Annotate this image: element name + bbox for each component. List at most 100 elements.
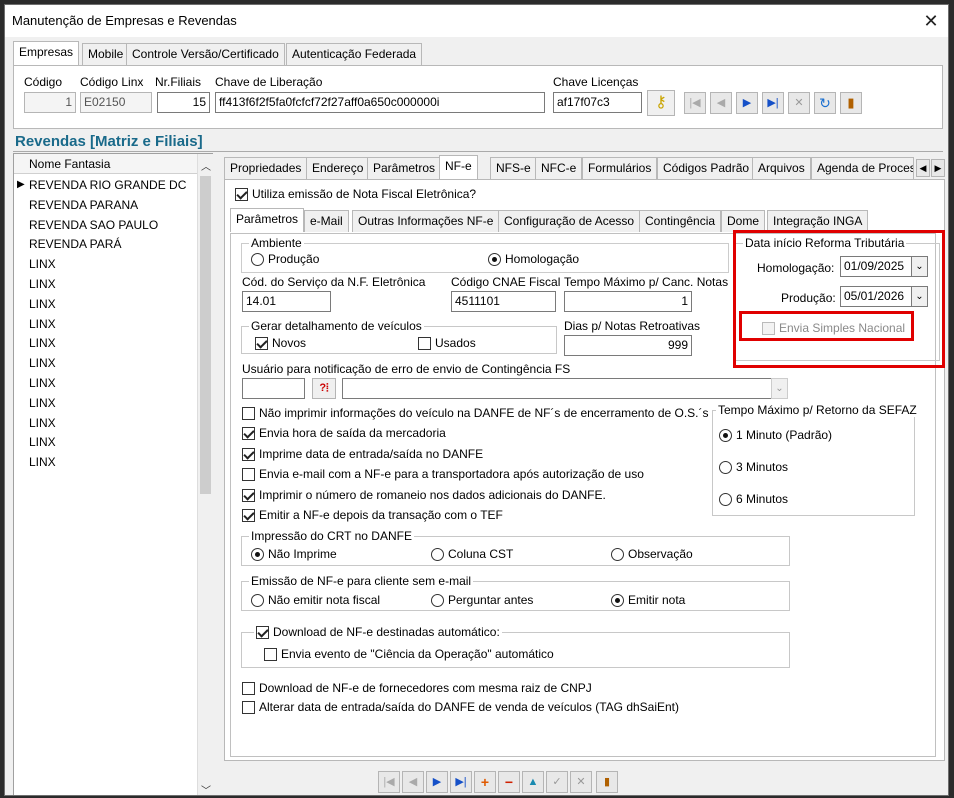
codigo-field[interactable]: 1 (24, 92, 76, 113)
subtab-email[interactable]: e-Mail (304, 210, 349, 232)
tab-agenda-processos[interactable]: Agenda de Proces (811, 157, 914, 179)
tempo-canc-field[interactable]: 1 (564, 291, 692, 312)
tab-formularios[interactable]: Formulários (582, 157, 658, 179)
crt-observacao-radio[interactable]: Observação (611, 547, 693, 561)
list-item[interactable]: LINX (14, 452, 187, 471)
list-item[interactable]: LINX (14, 254, 187, 273)
subtab-configuracao-acesso[interactable]: Configuração de Acesso (498, 210, 641, 232)
search-user-icon[interactable]: ?⦙ (312, 378, 336, 399)
list-item[interactable]: LINX (14, 373, 187, 392)
option-nao-imprimir-veiculo[interactable]: Não imprimir informações do veículo na D… (242, 406, 709, 420)
semail-nao-emitir-radio[interactable]: Não emitir nota fiscal (251, 593, 380, 607)
list-item[interactable]: REVENDA RIO GRANDE DC (14, 175, 187, 194)
subtab-contingencia[interactable]: Contingência (639, 210, 722, 232)
cancel-icon[interactable]: ✕ (788, 92, 810, 114)
list-item[interactable]: LINX (14, 413, 187, 432)
option-envia-email-transportadora[interactable]: Envia e-mail com a NF-e para a transport… (242, 467, 644, 481)
homologacao-radio[interactable]: Homologação (488, 252, 579, 266)
scroll-down-icon[interactable]: ﹀ (201, 782, 211, 795)
tab-mobile[interactable]: Mobile (82, 43, 130, 65)
list-item[interactable]: REVENDA PARANA (14, 195, 187, 214)
chave-liberacao-field[interactable]: ff413f6f2f5fa0fcfcf72f27aff0a650c000000i (215, 92, 545, 113)
utiliza-nfe-checkbox[interactable]: Utiliza emissão de Nota Fiscal Eletrônic… (235, 187, 476, 201)
scroll-thumb[interactable] (200, 176, 211, 494)
tab-arquivos[interactable]: Arquivos (752, 157, 811, 179)
list-scrollbar[interactable]: ︿ ﹀ (197, 154, 213, 795)
tab-empresas[interactable]: Empresas (13, 41, 80, 65)
key-icon[interactable]: ⚷ (647, 90, 675, 116)
tab-scroll-right-icon[interactable]: ▶ (931, 159, 945, 177)
option-imprime-data-entrada[interactable]: Imprime data de entrada/saída no DANFE (242, 447, 483, 461)
nav-add-icon[interactable]: + (474, 771, 496, 793)
tab-parametros[interactable]: Parâmetros (367, 157, 442, 179)
tab-controle-versao[interactable]: Controle Versão/Certificado (126, 43, 285, 65)
ciencia-operacao-checkbox[interactable]: Envia evento de "Ciência da Operação" au… (264, 647, 554, 661)
nav-first-icon[interactable]: |◀ (378, 771, 400, 793)
exit-door-icon[interactable]: ▮ (840, 92, 862, 114)
dias-retroativas-field[interactable]: 999 (564, 335, 692, 356)
list-item[interactable]: LINX (14, 393, 187, 412)
nav-delete-icon[interactable]: − (498, 771, 520, 793)
nav-confirm-icon[interactable]: ✓ (546, 771, 568, 793)
list-item[interactable]: LINX (14, 353, 187, 372)
nav-exit-icon[interactable]: ▮ (596, 771, 618, 793)
tab-codigos-padrao[interactable]: Códigos Padrão (657, 157, 756, 179)
list-item[interactable]: LINX (14, 432, 187, 451)
semail-emitir-radio[interactable]: Emitir nota (611, 593, 685, 607)
alterar-data-danfe-checkbox[interactable]: Alterar data de entrada/saída do DANFE d… (242, 700, 679, 714)
tab-nfse[interactable]: NFS-e (490, 157, 537, 179)
column-header-nome-fantasia[interactable]: Nome Fantasia (14, 154, 197, 174)
tab-endereco[interactable]: Endereço (306, 157, 370, 179)
tab-nfe[interactable]: NF-e (439, 155, 478, 179)
nav-prev-icon[interactable]: ◀ (402, 771, 424, 793)
nav-cancel-icon[interactable]: ✕ (570, 771, 592, 793)
list-item[interactable]: LINX (14, 294, 187, 313)
subtab-outras-informacoes[interactable]: Outras Informações NF-e (352, 210, 500, 232)
option-emitir-apos-tef[interactable]: Emitir a NF-e depois da transação com o … (242, 508, 503, 522)
prev-record-icon[interactable]: ◀ (710, 92, 732, 114)
nav-next-icon[interactable]: ▶ (426, 771, 448, 793)
subtab-parametros[interactable]: Parâmetros (230, 208, 305, 232)
tab-propriedades[interactable]: Propriedades (224, 157, 308, 179)
tab-nfce[interactable]: NFC-e (535, 157, 583, 179)
option-imprimir-romaneio[interactable]: Imprimir o número de romaneio nos dados … (242, 488, 606, 502)
first-record-icon[interactable]: |◀ (684, 92, 706, 114)
usados-checkbox[interactable]: Usados (418, 336, 476, 350)
nr-filiais-field[interactable]: 15 (157, 92, 210, 113)
producao-radio[interactable]: Produção (251, 252, 319, 266)
codigo-linx-field[interactable]: E02150 (80, 92, 152, 113)
nav-edit-icon[interactable]: ▲ (522, 771, 544, 793)
sefaz-1-minuto-radio[interactable]: 1 Minuto (Padrão) (719, 428, 832, 442)
semail-perguntar-radio[interactable]: Perguntar antes (431, 593, 533, 607)
crt-nao-imprime-radio[interactable]: Não Imprime (251, 547, 337, 561)
last-record-icon[interactable]: ▶| (762, 92, 784, 114)
download-fornecedores-checkbox[interactable]: Download de NF-e de fornecedores com mes… (242, 681, 592, 695)
crt-coluna-cst-radio[interactable]: Coluna CST (431, 547, 513, 561)
next-record-icon[interactable]: ▶ (736, 92, 758, 114)
list-item[interactable]: LINX (14, 314, 187, 333)
cnae-field[interactable]: 4511101 (451, 291, 556, 312)
bottom-navigator: |◀ ◀ ▶ ▶| + − ▲ ✓ ✕ ▮ (378, 771, 638, 795)
sefaz-6-minutos-radio[interactable]: 6 Minutos (719, 492, 788, 506)
refresh-icon[interactable]: ↻ (814, 92, 836, 114)
list-item[interactable]: LINX (14, 274, 187, 293)
nav-last-icon[interactable]: ▶| (450, 771, 472, 793)
download-destinadas-checkbox[interactable]: Download de NF-e destinadas automático: (254, 625, 502, 639)
usuario-codigo-field[interactable] (242, 378, 305, 399)
usuario-dropdown-icon[interactable]: ⌄ (771, 378, 788, 399)
usuario-nome-field[interactable] (342, 378, 774, 399)
option-envia-hora-saida[interactable]: Envia hora de saída da mercadoria (242, 426, 446, 440)
list-item[interactable]: REVENDA SAO PAULO (14, 215, 187, 234)
subtab-integracao-inga[interactable]: Integração INGA (767, 210, 869, 232)
scroll-up-icon[interactable]: ︿ (201, 158, 211, 173)
close-icon[interactable]: ✕ (914, 5, 948, 37)
list-item[interactable]: REVENDA PARÁ (14, 234, 187, 253)
cod-servico-field[interactable]: 14.01 (242, 291, 331, 312)
subtab-dome[interactable]: Dome (721, 210, 766, 232)
chave-licencas-field[interactable]: af17f07c3 (553, 92, 642, 113)
tab-scroll-left-icon[interactable]: ◀ (916, 159, 930, 177)
list-item[interactable]: LINX (14, 333, 187, 352)
novos-checkbox[interactable]: Novos (255, 336, 306, 350)
tab-autenticacao[interactable]: Autenticação Federada (286, 43, 423, 65)
sefaz-3-minutos-radio[interactable]: 3 Minutos (719, 460, 788, 474)
